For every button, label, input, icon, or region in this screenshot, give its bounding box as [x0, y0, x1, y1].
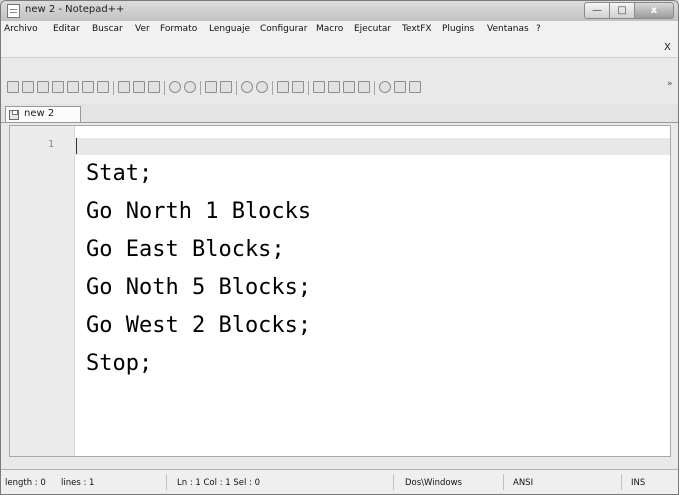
undo-icon[interactable]	[169, 81, 181, 93]
save-all-icon[interactable]	[52, 81, 64, 93]
toolbar-overflow-icon[interactable]: »	[667, 79, 673, 89]
current-line-highlight	[74, 138, 670, 155]
status-separator	[393, 474, 394, 490]
status-separator	[503, 474, 504, 490]
code-line: Stat;	[86, 161, 153, 186]
play-macro-icon[interactable]	[409, 81, 421, 93]
menu-macro[interactable]: Macro	[316, 24, 343, 34]
code-line: Go North 1 Blocks	[86, 199, 312, 224]
editor[interactable]: 1 Stat; Go North 1 Blocks Go East Blocks…	[9, 125, 671, 457]
notepad-app-icon	[7, 4, 20, 18]
menu-ejecutar[interactable]: Ejecutar	[354, 24, 391, 34]
cut-icon[interactable]	[118, 81, 130, 93]
find-icon[interactable]	[205, 81, 217, 93]
notepad-window: new 2 - Notepad++ — □ x Archivo Editar B…	[0, 0, 679, 495]
menu-bar: Archivo Editar Buscar Ver Formato Lengua…	[1, 21, 678, 58]
toolbar-separator	[374, 81, 375, 95]
close-document-button[interactable]: X	[664, 42, 671, 53]
code-line: Go West 2 Blocks;	[86, 313, 312, 338]
line-number-gutter: 1	[10, 126, 75, 456]
toolbar-separator	[308, 81, 309, 95]
line-number: 1	[47, 139, 54, 150]
status-lines: lines : 1	[61, 478, 95, 488]
menu-ver[interactable]: Ver	[135, 24, 150, 34]
open-file-icon[interactable]	[22, 81, 34, 93]
save-icon[interactable]	[37, 81, 49, 93]
menu-help[interactable]: ?	[536, 24, 541, 34]
status-separator	[166, 474, 167, 490]
sync-vertical-icon[interactable]	[277, 81, 289, 93]
status-eol: Dos\Windows	[405, 478, 462, 488]
status-separator	[621, 474, 622, 490]
status-mode: INS	[631, 478, 646, 488]
sync-horizontal-icon[interactable]	[292, 81, 304, 93]
minimize-button[interactable]: —	[584, 2, 610, 19]
maximize-button[interactable]: □	[609, 2, 635, 19]
replace-icon[interactable]	[220, 81, 232, 93]
stop-macro-icon[interactable]	[394, 81, 406, 93]
menu-plugins[interactable]: Plugins	[442, 24, 474, 34]
redo-icon[interactable]	[184, 81, 196, 93]
word-wrap-icon[interactable]	[313, 81, 325, 93]
copy-icon[interactable]	[133, 81, 145, 93]
text-caret	[76, 138, 77, 154]
code-text[interactable]: Stat; Go North 1 Blocks Go East Blocks; …	[86, 155, 311, 383]
toolbar-separator	[236, 81, 237, 95]
toolbar-separator	[272, 81, 273, 95]
status-encoding: ANSI	[513, 478, 534, 488]
paste-icon[interactable]	[148, 81, 160, 93]
menu-configurar[interactable]: Configurar	[260, 24, 308, 34]
close-button[interactable]: x	[634, 2, 674, 19]
status-bar: length : 0 lines : 1 Ln : 1 Col : 1 Sel …	[1, 469, 678, 494]
menu-archivo[interactable]: Archivo	[4, 24, 38, 34]
menu-editar[interactable]: Editar	[53, 24, 80, 34]
show-all-characters-icon[interactable]	[328, 81, 340, 93]
toolbar-separator	[113, 81, 114, 95]
status-length: length : 0	[5, 478, 46, 488]
code-line: Go East Blocks;	[86, 237, 285, 262]
toolbar-separator	[200, 81, 201, 95]
menu-formato[interactable]: Formato	[160, 24, 197, 34]
indent-guide-icon[interactable]	[343, 81, 355, 93]
close-all-icon[interactable]	[82, 81, 94, 93]
zoom-in-icon[interactable]	[241, 81, 253, 93]
menu-textfx[interactable]: TextFX	[402, 24, 432, 34]
menu-ventanas[interactable]: Ventanas	[487, 24, 529, 34]
toolbar-separator	[164, 81, 165, 95]
tab-new-2[interactable]: new 2	[5, 106, 81, 122]
tab-bar: new 2	[1, 104, 678, 123]
record-macro-icon[interactable]	[379, 81, 391, 93]
doc-map-icon[interactable]	[358, 81, 370, 93]
save-icon	[9, 110, 19, 120]
menu-buscar[interactable]: Buscar	[92, 24, 123, 34]
title-bar[interactable]: new 2 - Notepad++ — □ x	[1, 1, 678, 21]
code-line: Go Noth 5 Blocks;	[86, 275, 312, 300]
code-line: Stop;	[86, 351, 153, 376]
window-title: new 2 - Notepad++	[25, 4, 125, 15]
zoom-out-icon[interactable]	[256, 81, 268, 93]
new-file-icon[interactable]	[7, 81, 19, 93]
status-position: Ln : 1 Col : 1 Sel : 0	[177, 478, 261, 488]
close-icon[interactable]	[67, 81, 79, 93]
tab-label: new 2	[24, 108, 55, 119]
print-icon[interactable]	[97, 81, 109, 93]
menu-lenguaje[interactable]: Lenguaje	[209, 24, 250, 34]
